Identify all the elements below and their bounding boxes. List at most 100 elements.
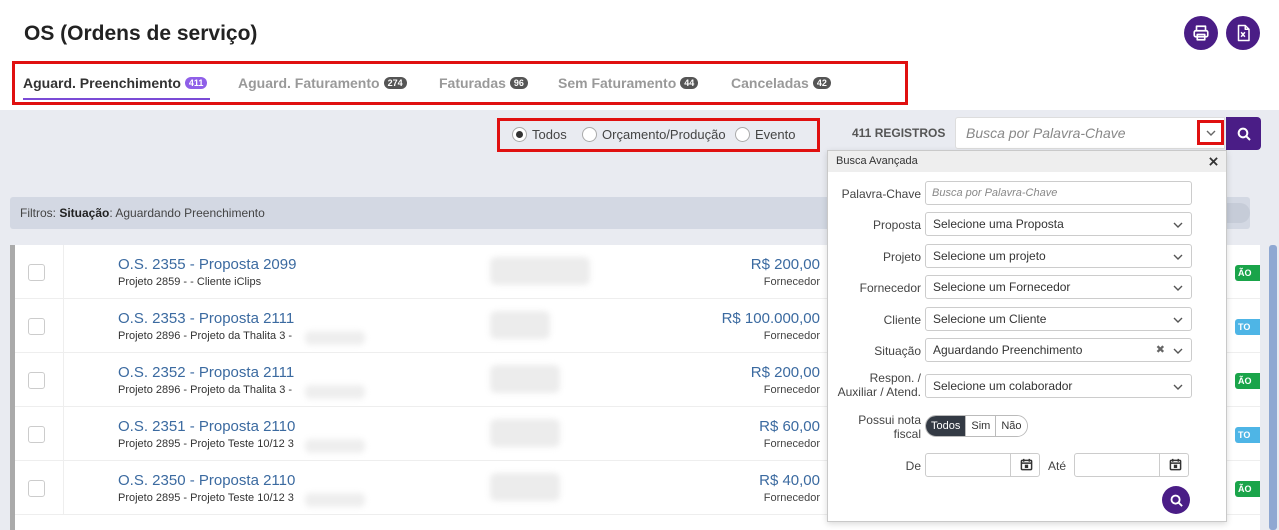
tab-faturadas[interactable]: Faturadas 96 bbox=[439, 75, 528, 91]
calendar-icon[interactable] bbox=[1020, 458, 1033, 476]
tab-count-badge: 274 bbox=[383, 77, 407, 89]
row-amount: R$ 200,00 bbox=[750, 364, 820, 381]
client-select[interactable]: Selecione um Cliente bbox=[925, 307, 1192, 331]
row-supplier: Fornecedor bbox=[763, 276, 820, 288]
clear-icon[interactable]: ✖ bbox=[1156, 339, 1165, 361]
tab-label: Canceladas bbox=[731, 75, 809, 91]
row-amount: R$ 200,00 bbox=[750, 256, 820, 273]
row-divider bbox=[63, 407, 64, 461]
radio-label: Evento bbox=[755, 127, 796, 142]
redacted-block bbox=[490, 419, 560, 447]
close-button[interactable] bbox=[1209, 151, 1218, 172]
advanced-search-toggle[interactable] bbox=[1197, 120, 1224, 145]
export-excel-button[interactable] bbox=[1226, 16, 1260, 50]
date-from-input[interactable] bbox=[925, 453, 1040, 477]
redacted-block bbox=[490, 257, 590, 285]
date-from-label: De bbox=[905, 459, 921, 473]
tab-aguard-preenchimento[interactable]: Aguard. Preenchimento 411 bbox=[23, 75, 208, 91]
tab-sem-faturamento[interactable]: Sem Faturamento 44 bbox=[558, 75, 699, 91]
radio-label: Orçamento/Produção bbox=[602, 127, 726, 142]
chevron-down-icon bbox=[1173, 308, 1183, 330]
row-checkbox[interactable] bbox=[28, 372, 45, 389]
search-input[interactable] bbox=[955, 117, 1225, 149]
row-divider bbox=[63, 299, 64, 353]
keyword-label: Palavra-Chave bbox=[841, 187, 921, 201]
excel-export-icon bbox=[1237, 24, 1250, 42]
date-divider bbox=[1159, 454, 1160, 476]
type-filter-radio-group: Todos Orçamento/Produção Evento bbox=[497, 118, 820, 152]
scrollbar-thumb[interactable] bbox=[1269, 245, 1277, 530]
row-checkbox[interactable] bbox=[28, 480, 45, 497]
row-supplier: Fornecedor bbox=[763, 330, 820, 342]
advanced-search-submit-button[interactable] bbox=[1162, 486, 1190, 514]
printer-icon bbox=[1193, 25, 1209, 41]
row-supplier: Fornecedor bbox=[763, 384, 820, 396]
invoice-option-sim[interactable]: Sim bbox=[966, 416, 997, 436]
row-divider bbox=[63, 245, 64, 299]
records-count: 411 REGISTROS bbox=[852, 126, 946, 140]
supplier-select[interactable]: Selecione um Fornecedor bbox=[925, 275, 1192, 299]
date-divider bbox=[1010, 454, 1011, 476]
supplier-label: Fornecedor bbox=[859, 281, 921, 295]
radio-label: Todos bbox=[532, 127, 567, 142]
invoice-option-nao[interactable]: Não bbox=[996, 416, 1027, 436]
chevron-down-icon bbox=[1206, 130, 1215, 136]
tab-label: Sem Faturamento bbox=[558, 75, 677, 91]
tab-canceladas[interactable]: Canceladas 42 bbox=[731, 75, 831, 91]
redacted-block bbox=[490, 365, 560, 393]
row-title[interactable]: O.S. 2351 - Proposta 2110 bbox=[118, 418, 295, 435]
row-title[interactable]: O.S. 2352 - Proposta 2111 bbox=[118, 364, 294, 381]
search-icon bbox=[1170, 494, 1183, 507]
project-label: Projeto bbox=[882, 250, 921, 264]
keyword-input[interactable] bbox=[925, 181, 1192, 205]
status-badge: TO bbox=[1235, 427, 1260, 443]
row-title[interactable]: O.S. 2353 - Proposta 2111 bbox=[118, 310, 294, 327]
radio-orcamento-producao[interactable]: Orçamento/Produção bbox=[582, 127, 726, 142]
responsible-select-value: Selecione um colaborador bbox=[933, 379, 1073, 393]
tab-label: Faturadas bbox=[439, 75, 506, 91]
row-title[interactable]: O.S. 2350 - Proposta 2110 bbox=[118, 472, 295, 489]
radio-evento[interactable]: Evento bbox=[735, 127, 795, 142]
row-checkbox[interactable] bbox=[28, 264, 45, 281]
print-button[interactable] bbox=[1184, 16, 1218, 50]
status-badge: ÃO bbox=[1235, 265, 1260, 281]
proposal-label: Proposta bbox=[872, 218, 921, 232]
row-amount: R$ 40,00 bbox=[759, 472, 820, 489]
project-select[interactable]: Selecione um projeto bbox=[925, 244, 1192, 268]
redacted-block bbox=[490, 473, 560, 501]
tab-count-badge: 44 bbox=[680, 77, 699, 89]
close-icon bbox=[1209, 157, 1218, 166]
row-subtitle: Projeto 2859 - - Cliente iClips bbox=[118, 276, 262, 288]
responsible-select[interactable]: Selecione um colaborador bbox=[925, 374, 1192, 398]
advanced-search-title: Busca Avançada bbox=[836, 155, 918, 167]
redacted-block bbox=[490, 311, 550, 339]
invoice-option-todos[interactable]: Todos bbox=[926, 416, 967, 436]
top-header: OS (Ordens de serviço) Aguard. Preenchim… bbox=[0, 0, 1279, 110]
tab-aguard-faturamento[interactable]: Aguard. Faturamento 274 bbox=[238, 75, 407, 91]
row-divider bbox=[63, 353, 64, 407]
row-subtitle: Projeto 2896 - Projeto da Thalita 3 - bbox=[118, 384, 293, 396]
tab-label: Aguard. Faturamento bbox=[238, 75, 380, 91]
filter-value: : Aguardando Preenchimento bbox=[109, 206, 265, 220]
page-title: OS (Ordens de serviço) bbox=[24, 22, 258, 45]
calendar-icon[interactable] bbox=[1169, 458, 1182, 476]
search-button[interactable] bbox=[1226, 117, 1261, 150]
date-to-input[interactable] bbox=[1074, 453, 1189, 477]
row-checkbox[interactable] bbox=[28, 318, 45, 335]
status-badge: ÃO bbox=[1235, 373, 1260, 389]
status-select[interactable]: Aguardando Preenchimento ✖ bbox=[925, 338, 1192, 362]
advanced-search-header: Busca Avançada bbox=[828, 151, 1226, 172]
proposal-select[interactable]: Selecione uma Proposta bbox=[925, 212, 1192, 236]
row-checkbox[interactable] bbox=[28, 426, 45, 443]
radio-checked-icon bbox=[512, 127, 527, 142]
status-label: Situação bbox=[874, 344, 921, 358]
invoice-toggle-group: Todos Sim Não bbox=[925, 415, 1028, 437]
redacted-block bbox=[305, 439, 365, 453]
chevron-down-icon bbox=[1173, 339, 1183, 361]
redacted-block bbox=[305, 493, 365, 507]
responsible-label-line2: Auxiliar / Atend. bbox=[837, 385, 921, 399]
chevron-down-icon bbox=[1173, 213, 1183, 235]
row-subtitle: Projeto 2896 - Projeto da Thalita 3 - bbox=[118, 330, 293, 342]
radio-todos[interactable]: Todos bbox=[512, 127, 567, 142]
row-title[interactable]: O.S. 2355 - Proposta 2099 bbox=[118, 256, 296, 273]
